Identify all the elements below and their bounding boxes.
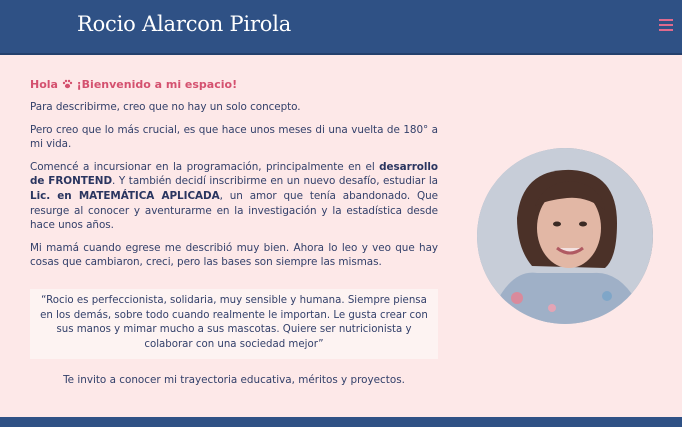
greeting-text: ¡Bienvenido a mi espacio! <box>76 78 238 91</box>
p3-text-c: . Y también decidí inscribirme en un nue… <box>112 175 439 188</box>
intro-paragraph-3: Comencé a incursionar en la programación… <box>30 160 438 233</box>
profile-photo <box>477 148 653 324</box>
site-title: Rocio Alarcon Pirola <box>77 12 292 36</box>
invite-text: Te invito a conocer mi trayectoria educa… <box>63 374 405 386</box>
greeting-prefix: Hola <box>30 78 58 91</box>
paw-icon <box>62 79 73 89</box>
site-header: Rocio Alarcon Pirola <box>0 0 682 55</box>
p3-text-a: Comencé a incursionar en la programación… <box>30 160 380 173</box>
intro-section: Hola ¡Bienvenido a mi espacio! Para desc… <box>30 78 438 278</box>
greeting: Hola ¡Bienvenido a mi espacio! <box>30 78 438 91</box>
site-footer <box>0 417 682 427</box>
intro-paragraph-4: Mi mamá cuando egrese me describió muy b… <box>30 241 438 269</box>
profile-photo-illustration <box>477 148 653 324</box>
intro-paragraph-1: Para describirme, creo que no hay un sol… <box>30 101 301 113</box>
degree-highlight: Lic. en MATEMÁTICA APLICADA <box>30 189 220 202</box>
intro-paragraph-2: Pero creo que lo más crucial, es que hac… <box>30 123 438 151</box>
quote-box: “Rocio es perfeccionista, solidaria, muy… <box>30 289 438 359</box>
hamburger-menu-icon[interactable] <box>659 19 673 31</box>
